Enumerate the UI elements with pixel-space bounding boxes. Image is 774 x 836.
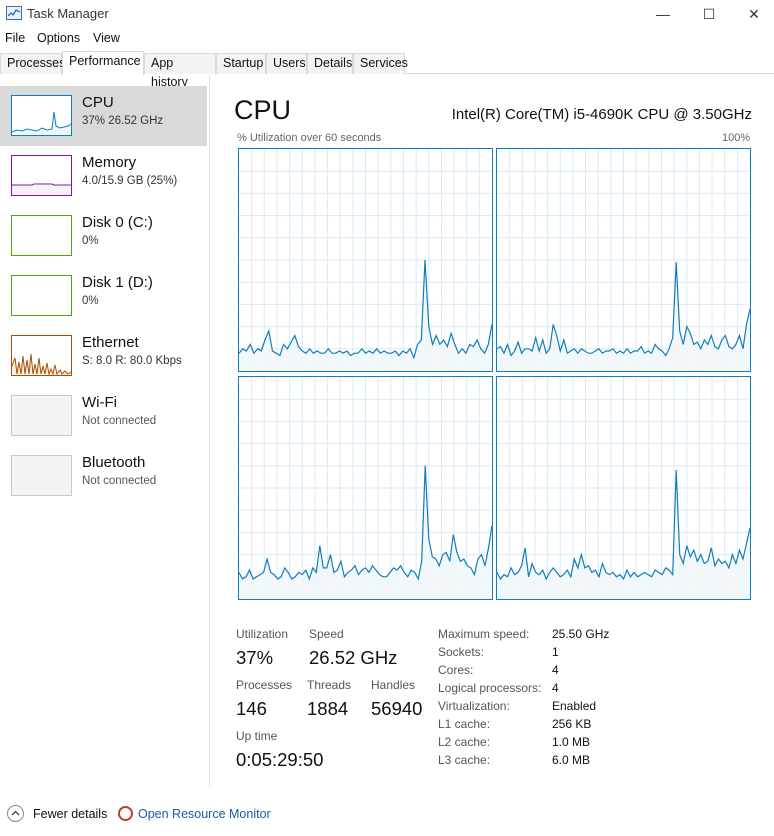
sidebar-item-ethernet[interactable]: Ethernet S: 8.0 R: 80.0 Kbps	[0, 326, 207, 386]
resource-monitor-icon[interactable]	[118, 806, 133, 821]
open-resource-monitor-link[interactable]: Open Resource Monitor	[138, 807, 271, 821]
task-manager-icon	[6, 6, 22, 20]
sidebar-item-disk-1[interactable]: Disk 1 (D:) 0%	[0, 266, 207, 326]
disk-1-thumbnail-graph	[11, 275, 72, 316]
sidebar-item-value: Not connected	[82, 475, 157, 487]
max-speed-value: 25.50 GHz	[552, 627, 610, 641]
sidebar-item-label: Bluetooth	[82, 454, 146, 471]
tab-details[interactable]: Details	[307, 53, 353, 74]
tab-users[interactable]: Users	[266, 53, 307, 74]
cpu-core-graph-4	[496, 376, 751, 600]
sidebar-item-memory[interactable]: Memory 4.0/15.9 GB (25%)	[0, 146, 207, 206]
l3-cache-label: L3 cache:	[438, 753, 491, 767]
cores-value: 4	[552, 663, 559, 677]
cpu-core-chart-4	[497, 377, 750, 599]
tab-services[interactable]: Services	[353, 53, 408, 74]
fewer-details-link[interactable]: Fewer details	[33, 807, 107, 821]
cpu-core-graph-3	[238, 376, 493, 600]
sidebar-item-value: 0%	[82, 235, 99, 247]
l2-cache-value: 1.0 MB	[552, 735, 591, 749]
cpu-model-name: Intel(R) Core(TM) i5-4690K CPU @ 3.50GHz	[451, 106, 752, 123]
cpu-core-graph-2	[496, 148, 751, 372]
cpu-core-chart-2	[497, 149, 750, 371]
sidebar-item-cpu[interactable]: CPU 37% 26.52 GHz	[0, 86, 207, 146]
sidebar-item-bluetooth[interactable]: Bluetooth Not connected	[0, 446, 207, 506]
footer-bar: Fewer details Open Resource Monitor	[0, 795, 774, 836]
sockets-value: 1	[552, 645, 559, 659]
cpu-core-graph-1	[238, 148, 493, 372]
l1-cache-label: L1 cache:	[438, 717, 491, 731]
sidebar-item-disk-0[interactable]: Disk 0 (C:) 0%	[0, 206, 207, 266]
sidebar-item-value: 4.0/15.9 GB (25%)	[82, 175, 178, 187]
l3-cache-value: 6.0 MB	[552, 753, 591, 767]
sidebar-item-value: 0%	[82, 295, 99, 307]
threads-value: 1884	[307, 698, 349, 719]
uptime-label: Up time	[236, 729, 278, 743]
processes-label: Processes	[236, 678, 293, 692]
utilization-value: 37%	[236, 647, 274, 668]
menu-options[interactable]: Options	[37, 31, 80, 45]
minimize-button[interactable]: —	[640, 0, 686, 28]
sidebar-item-label: Wi-Fi	[82, 394, 117, 411]
tab-app-history[interactable]: App history	[144, 53, 216, 89]
sidebar-item-value: 37% 26.52 GHz	[82, 115, 164, 127]
tab-bar: Processes Performance App history Startu…	[0, 51, 774, 89]
sidebar-item-label: Ethernet	[82, 334, 139, 351]
graph-max-label: 100%	[722, 132, 751, 144]
max-speed-label: Maximum speed:	[438, 627, 530, 641]
handles-value: 56940	[371, 698, 423, 719]
sidebar-item-label: Memory	[82, 154, 137, 171]
logical-processors-label: Logical processors:	[438, 681, 542, 695]
l1-cache-value: 256 KB	[552, 717, 592, 731]
bluetooth-thumbnail-graph	[11, 455, 72, 496]
handles-label: Handles	[371, 678, 416, 692]
sidebar-item-label: Disk 0 (C:)	[82, 214, 153, 231]
virtualization-label: Virtualization:	[438, 699, 510, 713]
menu-view[interactable]: View	[93, 31, 120, 45]
menu-file[interactable]: File	[5, 31, 25, 45]
cpu-core-chart-3	[239, 377, 492, 599]
tab-performance[interactable]: Performance	[62, 51, 144, 75]
sockets-label: Sockets:	[438, 645, 485, 659]
speed-value: 26.52 GHz	[309, 647, 398, 668]
sidebar-item-value: S: 8.0 R: 80.0 Kbps	[82, 355, 182, 367]
ethernet-thumbnail-graph	[11, 335, 72, 376]
cores-label: Cores:	[438, 663, 474, 677]
performance-sidebar: CPU 37% 26.52 GHz Memory 4.0/15.9 GB (25…	[0, 75, 210, 787]
sidebar-item-wifi[interactable]: Wi-Fi Not connected	[0, 386, 207, 446]
virtualization-value: Enabled	[552, 699, 597, 713]
maximize-button[interactable]: ☐	[686, 0, 732, 28]
sidebar-item-label: CPU	[82, 94, 114, 111]
cpu-thumbnail-graph	[11, 95, 72, 136]
processes-value: 146	[236, 698, 267, 719]
sidebar-item-value: Not connected	[82, 415, 157, 427]
threads-label: Threads	[307, 678, 352, 692]
page-title: CPU	[234, 95, 292, 125]
chevron-up-icon[interactable]	[7, 805, 24, 822]
disk-0-thumbnail-graph	[11, 215, 72, 256]
close-button[interactable]: ✕	[731, 0, 774, 28]
menu-bar: File Options View	[0, 29, 774, 49]
graph-caption: % Utilization over 60 seconds	[237, 132, 382, 144]
memory-thumbnail-graph	[11, 155, 72, 196]
title-bar: Task Manager — ☐ ✕	[0, 0, 774, 28]
window-title: Task Manager	[27, 6, 109, 21]
l2-cache-label: L2 cache:	[438, 735, 491, 749]
tab-startup[interactable]: Startup	[216, 53, 266, 74]
wifi-thumbnail-graph	[11, 395, 72, 436]
sidebar-item-label: Disk 1 (D:)	[82, 274, 153, 291]
tab-processes[interactable]: Processes	[0, 53, 65, 74]
speed-label: Speed	[309, 627, 344, 641]
uptime-value: 0:05:29:50	[236, 749, 324, 770]
utilization-label: Utilization	[236, 627, 289, 641]
logical-processors-value: 4	[552, 681, 559, 695]
cpu-core-chart-1	[239, 149, 492, 371]
